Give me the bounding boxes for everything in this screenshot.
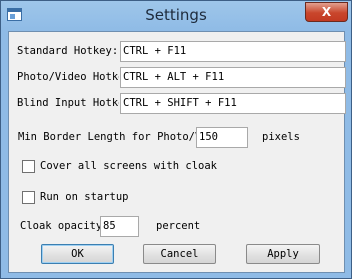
- min-border-length-label: Min Border Length for Photo/Video:: [18, 131, 198, 143]
- close-button[interactable]: X: [305, 2, 348, 22]
- apply-button[interactable]: Apply: [246, 244, 320, 264]
- cloak-opacity-unit: percent: [156, 220, 201, 232]
- window-title: Settings: [145, 6, 207, 24]
- blind-input-hotkey-field[interactable]: CTRL + SHIFT + F11: [120, 93, 346, 114]
- photo-video-hotkey-field[interactable]: CTRL + ALT + F11: [120, 67, 346, 88]
- cover-all-screens-label[interactable]: Cover all screens with cloak: [40, 159, 217, 173]
- blind-input-hotkey-label: Blind Input Hotkey:: [17, 97, 119, 109]
- standard-hotkey-label: Standard Hotkey:: [17, 45, 119, 57]
- cloak-opacity-label: Cloak opacity: [20, 220, 103, 232]
- run-on-startup-label[interactable]: Run on startup: [40, 190, 129, 204]
- photo-video-hotkey-label: Photo/Video Hotkey:: [17, 71, 119, 83]
- cover-all-screens-checkbox[interactable]: [22, 160, 35, 173]
- run-on-startup-checkbox[interactable]: [22, 191, 35, 204]
- min-border-length-field[interactable]: 150: [196, 127, 248, 148]
- settings-panel: Standard Hotkey: CTRL + F11 Photo/Video …: [8, 31, 346, 273]
- ok-button[interactable]: OK: [41, 244, 114, 264]
- settings-window: Settings X Standard Hotkey: CTRL + F11 P…: [0, 0, 352, 279]
- cancel-button[interactable]: Cancel: [143, 244, 216, 264]
- title-bar[interactable]: Settings X: [1, 1, 351, 31]
- min-border-length-unit: pixels: [262, 131, 300, 143]
- standard-hotkey-field[interactable]: CTRL + F11: [120, 41, 346, 62]
- cloak-opacity-field[interactable]: 85: [100, 216, 139, 237]
